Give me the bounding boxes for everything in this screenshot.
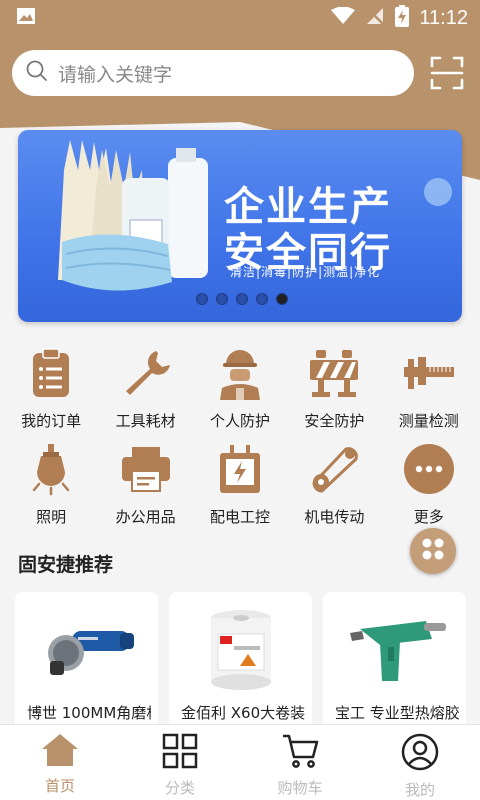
floating-menu-button[interactable] [410,528,456,574]
product-name: 金佰利 X60大卷装擦拭纸 [181,704,305,722]
product-list: 博世 100MM角磨机 GWS 金佰利 X60大卷装擦拭纸 宝工 专业型热熔胶枪 [15,592,466,742]
category-mechanical-drive[interactable]: 机电传动 [288,441,380,537]
category-label: 更多 [413,508,444,526]
scan-icon[interactable] [426,52,468,94]
banner-dot[interactable] [236,293,248,305]
status-bar: 11:12 [0,0,480,36]
search-icon [26,60,48,86]
section-title: 固安捷推荐 [18,554,114,576]
image-notification-icon [16,7,36,29]
paper-roll-image [169,604,312,694]
tab-label: 我的 [404,781,435,799]
category-grid: 我的订单 工具耗材 个人防护 安全防护 测量检测 照明 办公用品 配电工控 机电… [0,345,480,537]
bottom-tab-bar: 首页 分类 购物车 我的 [0,724,480,800]
category-label: 我的订单 [21,412,82,430]
profile-icon [401,733,439,775]
more-icon [401,441,457,497]
cart-icon [281,733,319,773]
category-label: 配电工控 [209,508,270,526]
banner-dot[interactable] [256,293,268,305]
tab-label: 首页 [44,777,75,795]
angle-grinder-image [15,604,158,694]
tab-home[interactable]: 首页 [0,725,120,800]
caliper-icon [401,345,457,401]
category-measurement[interactable]: 测量检测 [383,345,475,441]
category-label: 机电传动 [304,508,365,526]
banner-subline: 清洁|消毒|防护|测温|净化 [230,265,381,279]
banner-dot[interactable] [196,293,208,305]
status-time: 11:12 [419,6,468,29]
tab-label: 购物车 [277,779,323,797]
product-card[interactable]: 博世 100MM角磨机 GWS [15,592,158,742]
category-tools[interactable]: 工具耗材 [100,345,192,441]
category-grid-icon [162,733,198,773]
product-name: 宝工 专业型热熔胶枪 [335,704,459,722]
product-card[interactable]: 金佰利 X60大卷装擦拭纸 [169,592,312,742]
no-signal-icon [365,5,386,31]
worker-icon [212,345,268,401]
category-label: 个人防护 [209,412,270,430]
category-label: 安全防护 [304,412,365,430]
category-label: 测量检测 [398,412,459,430]
category-safety-protection[interactable]: 安全防护 [288,345,380,441]
category-label: 照明 [36,508,67,526]
banner-dot[interactable] [216,293,228,305]
tab-cart[interactable]: 购物车 [240,725,360,800]
product-card[interactable]: 宝工 专业型热熔胶枪 [323,592,466,742]
category-label: 工具耗材 [115,412,176,430]
lamp-icon [23,441,79,497]
search-input[interactable]: 请输入关键字 [58,60,172,87]
category-lighting[interactable]: 照明 [5,441,97,537]
category-label: 办公用品 [115,508,176,526]
tab-profile[interactable]: 我的 [360,725,480,800]
promo-banner[interactable]: 企业生产 安全同行 清洁|消毒|防护|测温|净化 [18,130,462,322]
four-dots-icon [421,537,445,565]
clipboard-icon [23,345,79,401]
tab-category[interactable]: 分类 [120,725,240,800]
power-box-icon [212,441,268,497]
category-my-orders[interactable]: 我的订单 [5,345,97,441]
category-personal-protection[interactable]: 个人防护 [194,345,286,441]
barrier-icon [306,345,362,401]
belt-drive-icon [306,441,362,497]
category-more[interactable]: 更多 [383,441,475,537]
home-icon [41,733,79,771]
glue-gun-image [323,604,466,694]
banner-pagination [196,293,288,305]
banner-dot-active[interactable] [276,293,288,305]
printer-icon [118,441,174,497]
battery-charging-icon [395,4,410,32]
category-office-supplies[interactable]: 办公用品 [100,441,192,537]
wrench-icon [118,345,174,401]
category-power-distribution[interactable]: 配电工控 [194,441,286,537]
wifi-icon [331,6,356,30]
tab-label: 分类 [164,779,195,797]
search-bar[interactable]: 请输入关键字 [12,50,414,96]
product-name: 博世 100MM角磨机 GWS [27,704,151,722]
